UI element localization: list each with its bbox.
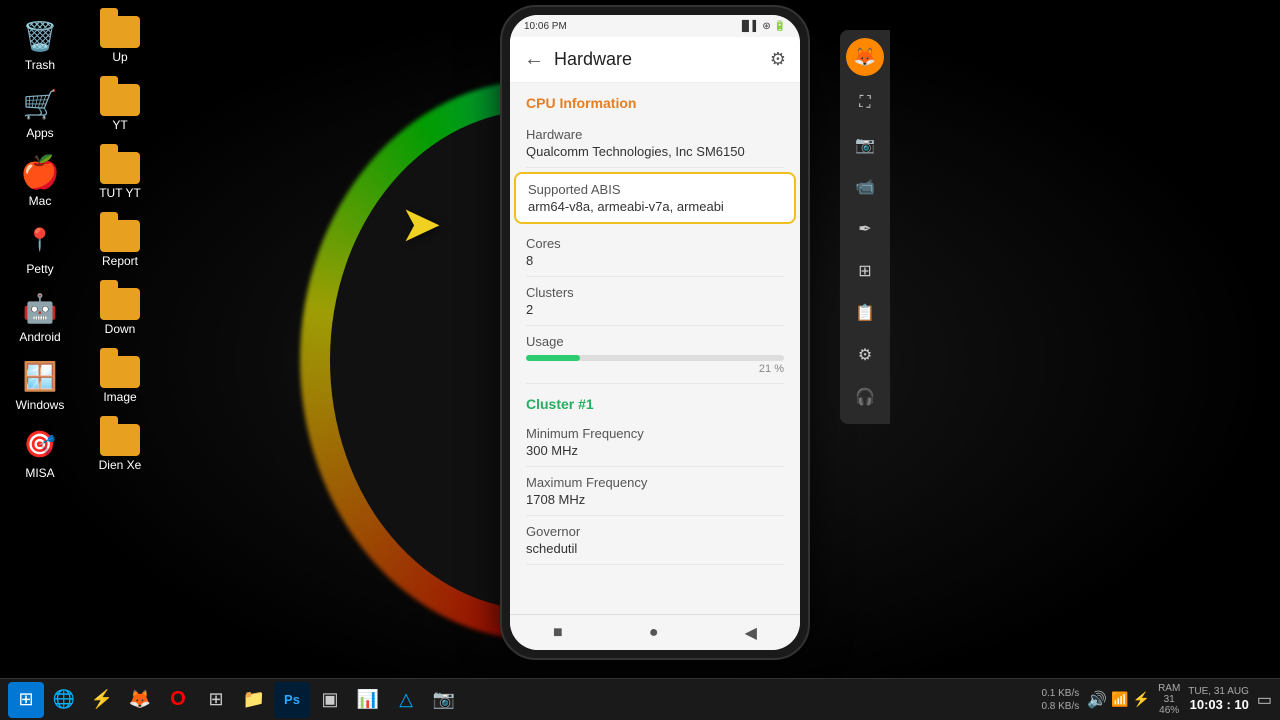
network-upload: 0.1 KB/s [1041, 687, 1079, 700]
hardware-info-item: Hardware Qualcomm Technologies, Inc SM61… [526, 119, 784, 168]
clusters-info-item: Clusters 2 [526, 277, 784, 326]
record-tool-btn[interactable]: 📹 [846, 168, 884, 206]
phone-app-title: Hardware [554, 49, 770, 70]
network-download: 0.8 KB/s [1041, 700, 1079, 713]
usage-bar-fill [526, 355, 580, 361]
taskbar-right: 0.1 KB/s 0.8 KB/s 🔊 📶 ⚡ RAM 31 46% TUE, … [1041, 683, 1272, 716]
icon-windows[interactable]: 🪟 Windows [0, 350, 80, 418]
taskbar-firefox-btn[interactable]: 🦊 [122, 682, 158, 718]
icon-apps[interactable]: 🛒 Apps [0, 78, 80, 146]
icon-petty[interactable]: 📍 Petty [0, 214, 80, 282]
taskbar-opera-btn[interactable]: O [160, 682, 196, 718]
network-info: 0.1 KB/s 0.8 KB/s [1041, 687, 1079, 713]
governor-label: Governor [526, 524, 784, 539]
expand-tool-btn[interactable]: ⛶ [846, 84, 884, 122]
taskbar: ⊞ 🌐 ⚡ 🦊 O ⊞ 📁 Ps ▣ 📊 △ 📷 0.1 KB/s 0.8 KB… [0, 678, 1280, 720]
desktop-icons-area: 🗑️ Trash Up 🛒 Apps YT 🍎 Mac [0, 0, 160, 720]
clip-tool-btn[interactable]: 📋 [846, 294, 884, 332]
supported-abis-item: Supported ABIS arm64-v8a, armeabi-v7a, a… [514, 172, 796, 224]
icon-trash[interactable]: 🗑️ Trash [0, 10, 80, 78]
usage-bar-container [526, 355, 784, 361]
icon-misa[interactable]: 🎯 MISA [0, 418, 80, 486]
back-button[interactable]: ← [524, 48, 544, 71]
cores-label: Cores [526, 236, 784, 251]
taskbar-chart-btn[interactable]: 📊 [350, 682, 386, 718]
icon-down[interactable]: Down [80, 282, 160, 350]
supported-abis-value: arm64-v8a, armeabi-v7a, armeabi [528, 199, 782, 214]
cpu-section-title: CPU Information [526, 83, 784, 119]
governor-value: schedutil [526, 541, 784, 556]
headphone-tool-btn[interactable]: 🎧 [846, 378, 884, 416]
nav-circle-btn[interactable]: ● [649, 624, 659, 642]
phone-status-bar: 10:06 PM ▐▌▌ ⊛ 🔋 [510, 15, 800, 37]
taskbar-azure-btn[interactable]: △ [388, 682, 424, 718]
max-freq-item: Maximum Frequency 1708 MHz [526, 467, 784, 516]
cluster-section-title: Cluster #1 [526, 384, 784, 418]
icon-yt[interactable]: YT [80, 78, 160, 146]
ram-info: RAM 31 46% [1158, 683, 1180, 716]
phone-nav-bar: ■ ● ◀ [510, 614, 800, 650]
min-freq-value: 300 MHz [526, 443, 784, 458]
min-freq-label: Minimum Frequency [526, 426, 784, 441]
taskbar-show-desktop-btn[interactable]: ▭ [1257, 690, 1272, 710]
max-freq-value: 1708 MHz [526, 492, 784, 507]
governor-item: Governor schedutil [526, 516, 784, 565]
taskbar-term-btn[interactable]: ▣ [312, 682, 348, 718]
taskbar-files-btn[interactable]: 📁 [236, 682, 272, 718]
tool-avatar[interactable]: 🦊 [846, 38, 884, 76]
supported-abis-label: Supported ABIS [528, 182, 782, 197]
clusters-label: Clusters [526, 285, 784, 300]
usage-label: Usage [526, 334, 784, 349]
icon-up[interactable]: Up [80, 10, 160, 78]
cores-info-item: Cores 8 [526, 228, 784, 277]
nav-square-btn[interactable]: ■ [553, 624, 563, 642]
taskbar-start-btn[interactable]: ⊞ [8, 682, 44, 718]
taskbar-windows-btn[interactable]: ⊞ [198, 682, 234, 718]
grid-tool-btn[interactable]: ⊞ [846, 252, 884, 290]
taskbar-camera-btn[interactable]: 📷 [426, 682, 462, 718]
icon-dien-xe[interactable]: Dien Xe [80, 418, 160, 486]
icon-image[interactable]: Image [80, 350, 160, 418]
max-freq-label: Maximum Frequency [526, 475, 784, 490]
taskbar-ps-btn[interactable]: Ps [274, 682, 310, 718]
usage-percent: 21 % [526, 363, 784, 375]
camera-tool-btn[interactable]: 📷 [846, 126, 884, 164]
gear-tool-btn[interactable]: ⚙ [846, 336, 884, 374]
usage-info-item: Usage 21 % [526, 326, 784, 384]
phone-app-bar: ← Hardware ⚙ [510, 37, 800, 83]
tool-panel: 🦊 ⛶ 📷 📹 ✒ ⊞ 📋 ⚙ 🎧 [840, 30, 890, 424]
hardware-label: Hardware [526, 127, 784, 142]
hardware-value: Qualcomm Technologies, Inc SM6150 [526, 144, 784, 159]
phone-screen: 10:06 PM ▐▌▌ ⊛ 🔋 ← Hardware ⚙ CPU Inform… [510, 15, 800, 650]
desktop: 🗑️ Trash Up 🛒 Apps YT 🍎 Mac [0, 0, 1280, 720]
phone-settings-icon[interactable]: ⚙ [770, 49, 786, 70]
taskbar-browser1-btn[interactable]: 🌐 [46, 682, 82, 718]
min-freq-item: Minimum Frequency 300 MHz [526, 418, 784, 467]
taskbar-time: 10:03 : 10 [1188, 697, 1249, 714]
phone-frame: 10:06 PM ▐▌▌ ⊛ 🔋 ← Hardware ⚙ CPU Inform… [500, 5, 810, 660]
icon-report[interactable]: Report [80, 214, 160, 282]
nav-triangle-btn[interactable]: ◀ [745, 623, 757, 643]
icon-android[interactable]: 🤖 Android [0, 282, 80, 350]
arrow-indicator: ➤ [400, 195, 442, 253]
icon-mac[interactable]: 🍎 Mac [0, 146, 80, 214]
icon-tut-yt[interactable]: TUT YT [80, 146, 160, 214]
taskbar-browser2-btn[interactable]: ⚡ [84, 682, 120, 718]
pen-tool-btn[interactable]: ✒ [846, 210, 884, 248]
phone-content[interactable]: CPU Information Hardware Qualcomm Techno… [510, 83, 800, 614]
cores-value: 8 [526, 253, 784, 268]
taskbar-date: TUE, 31 AUG [1188, 686, 1249, 697]
clusters-value: 2 [526, 302, 784, 317]
